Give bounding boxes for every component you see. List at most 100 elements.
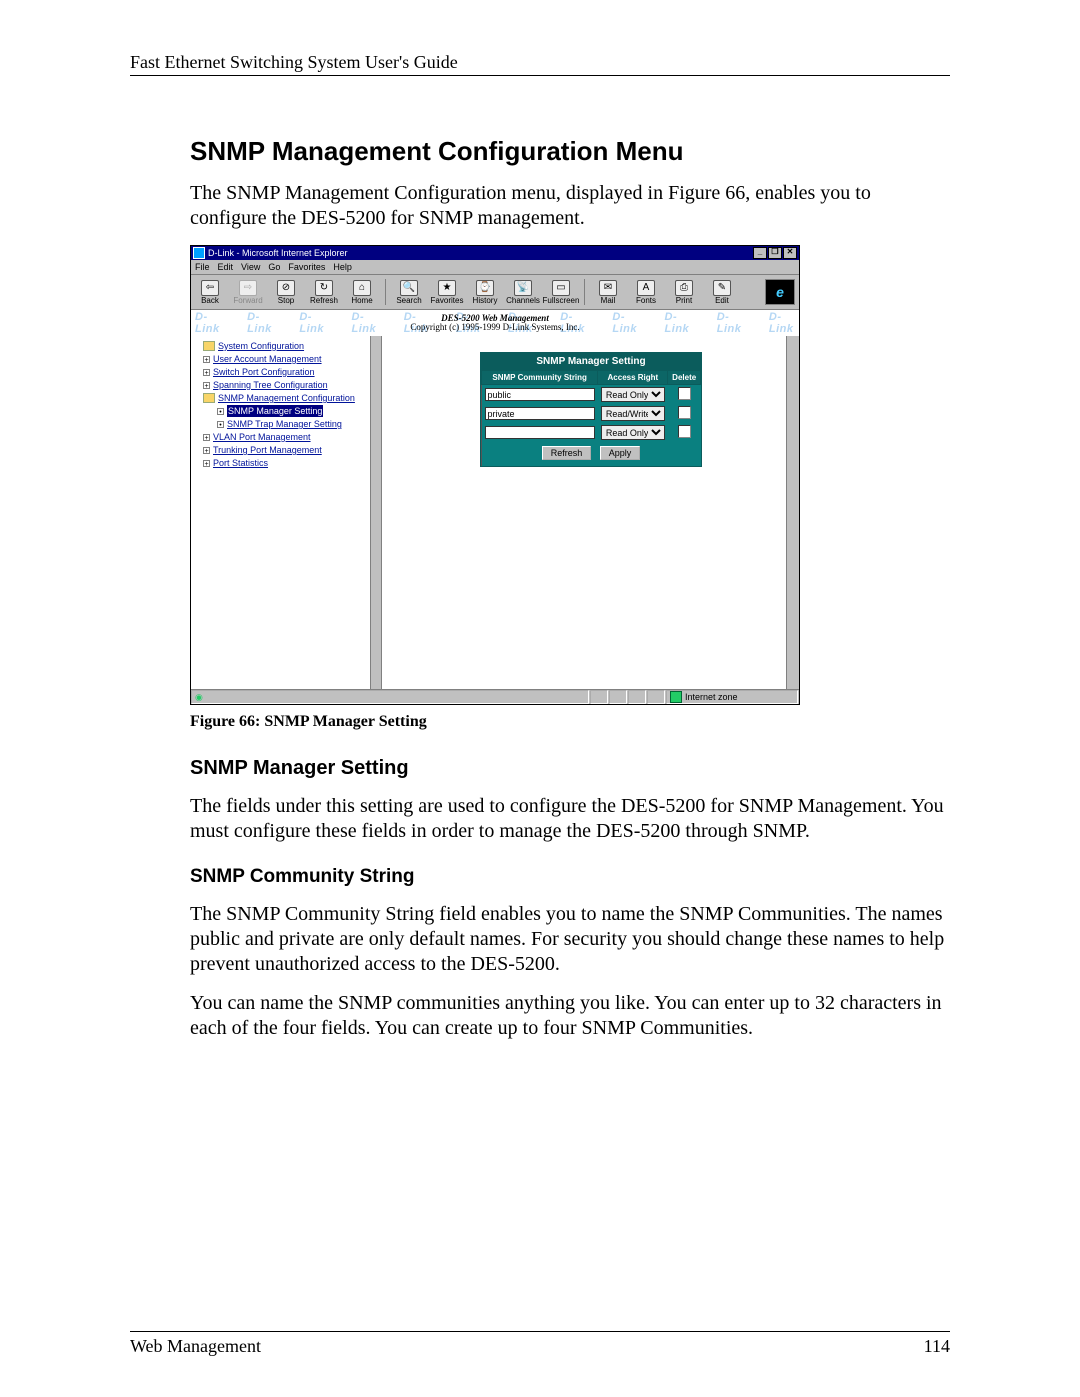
- window-maximize-button[interactable]: ❐: [768, 247, 782, 259]
- paragraph: The fields under this setting are used t…: [190, 794, 950, 844]
- tb-back[interactable]: ⇦Back: [195, 280, 225, 305]
- status-pane: [628, 690, 646, 704]
- tb-history[interactable]: ⌚History: [470, 280, 500, 305]
- footer-section: Web Management: [130, 1336, 261, 1357]
- watermark: D-Link: [665, 311, 695, 335]
- delete-checkbox[interactable]: [678, 387, 691, 400]
- forward-icon: ⇨: [239, 280, 257, 296]
- snmp-row: Read/Write: [482, 404, 701, 423]
- snmp-row: Read Only: [482, 423, 701, 442]
- refresh-button[interactable]: Refresh: [542, 446, 592, 460]
- home-icon: ⌂: [353, 280, 371, 296]
- col-delete: Delete: [668, 371, 701, 385]
- toolbar-separator: [584, 279, 585, 305]
- tb-editdoc[interactable]: ✎Edit: [707, 280, 737, 305]
- paragraph: The SNMP Community String field enables …: [190, 902, 950, 977]
- tb-print-label: Print: [676, 296, 692, 305]
- plus-icon[interactable]: +: [203, 356, 210, 363]
- paragraph: You can name the SNMP communities anythi…: [190, 991, 950, 1041]
- tree-trunking-port-management[interactable]: +Trunking Port Management: [193, 444, 379, 456]
- plus-icon[interactable]: +: [203, 369, 210, 376]
- zone-icon: [670, 691, 682, 703]
- nav-tree-pane[interactable]: System Configuration +User Account Manag…: [191, 336, 382, 690]
- channels-icon: 📡: [514, 280, 532, 296]
- tb-search-label: Search: [396, 296, 421, 305]
- tb-channels[interactable]: 📡Channels: [508, 280, 538, 305]
- status-pane: [590, 690, 608, 704]
- tree-switch-port-configuration[interactable]: +Switch Port Configuration: [193, 366, 379, 378]
- window-close-button[interactable]: ✕: [783, 247, 797, 259]
- tree-snmp-trap-manager-setting[interactable]: •SNMP Trap Manager Setting: [193, 418, 379, 430]
- tb-fullscreen-label: Fullscreen: [543, 296, 580, 305]
- search-icon: 🔍: [400, 280, 418, 296]
- menu-help[interactable]: Help: [333, 262, 352, 272]
- page-footer: Web Management 114: [130, 1331, 950, 1357]
- subheading-snmp-manager-setting: SNMP Manager Setting: [190, 757, 950, 780]
- tb-print[interactable]: ⎙Print: [669, 280, 699, 305]
- community-string-input[interactable]: [485, 407, 595, 420]
- watermark: D-Link: [352, 311, 382, 335]
- tree-user-account-management[interactable]: +User Account Management: [193, 353, 379, 365]
- window-title: D-Link - Microsoft Internet Explorer: [208, 248, 348, 258]
- tb-stop-label: Stop: [278, 296, 294, 305]
- tree-system-configuration[interactable]: System Configuration: [193, 340, 379, 352]
- window-minimize-button[interactable]: _: [753, 247, 767, 259]
- tb-favorites[interactable]: ★Favorites: [432, 280, 462, 305]
- print-icon: ⎙: [675, 280, 693, 296]
- tb-fonts-label: Fonts: [636, 296, 656, 305]
- back-icon: ⇦: [201, 280, 219, 296]
- watermark: D-Link: [195, 311, 225, 335]
- plus-icon[interactable]: +: [203, 460, 210, 467]
- tree-snmp-management-configuration[interactable]: SNMP Management Configuration: [193, 392, 379, 404]
- plus-icon[interactable]: +: [203, 382, 210, 389]
- tb-editdoc-label: Edit: [715, 296, 729, 305]
- menu-favorites[interactable]: Favorites: [288, 262, 325, 272]
- product-banner: D-Link D-Link D-Link D-Link D-Link D-Lin…: [191, 310, 799, 337]
- tree-spanning-tree-configuration[interactable]: +Spanning Tree Configuration: [193, 379, 379, 391]
- banner-copyright: Copyright (c) 1995-1999 D-Link Systems, …: [410, 323, 579, 332]
- tb-stop[interactable]: ⊘Stop: [271, 280, 301, 305]
- community-string-input[interactable]: [485, 388, 595, 401]
- tb-mail[interactable]: ✉Mail: [593, 280, 623, 305]
- status-pane: [609, 690, 627, 704]
- scrollbar[interactable]: [786, 336, 799, 690]
- access-right-select[interactable]: Read Only: [601, 387, 665, 402]
- status-pane: [647, 690, 665, 704]
- figure-caption: Figure 66: SNMP Manager Setting: [190, 713, 950, 731]
- page-number: 114: [924, 1336, 950, 1357]
- content-pane: SNMP Manager Setting SNMP Community Stri…: [382, 336, 799, 690]
- watermark: D-Link: [769, 311, 799, 335]
- security-zone: Internet zone: [666, 690, 798, 704]
- watermark: D-Link: [612, 311, 642, 335]
- access-right-select[interactable]: Read/Write: [601, 406, 665, 421]
- plus-icon[interactable]: +: [203, 447, 210, 454]
- toolbar-separator: [385, 279, 386, 305]
- tb-forward[interactable]: ⇨Forward: [233, 280, 263, 305]
- watermark: D-Link: [247, 311, 277, 335]
- plus-icon[interactable]: +: [203, 434, 210, 441]
- history-icon: ⌚: [476, 280, 494, 296]
- community-string-input[interactable]: [485, 426, 595, 439]
- dot-icon: •: [217, 421, 224, 428]
- tb-refresh[interactable]: ↻Refresh: [309, 280, 339, 305]
- tb-search[interactable]: 🔍Search: [394, 280, 424, 305]
- tb-fullscreen[interactable]: ▭Fullscreen: [546, 280, 576, 305]
- tb-home[interactable]: ⌂Home: [347, 280, 377, 305]
- menu-go[interactable]: Go: [268, 262, 280, 272]
- menu-edit[interactable]: Edit: [218, 262, 234, 272]
- tb-fonts[interactable]: AFonts: [631, 280, 661, 305]
- ie-status-icon: ◉: [195, 692, 203, 703]
- menu-file[interactable]: File: [195, 262, 210, 272]
- tree-snmp-manager-setting[interactable]: •SNMP Manager Setting: [193, 405, 379, 417]
- access-right-select[interactable]: Read Only: [601, 425, 665, 440]
- delete-checkbox[interactable]: [678, 406, 691, 419]
- tree-vlan-port-management[interactable]: +VLAN Port Management: [193, 431, 379, 443]
- snmp-row: Read Only: [482, 385, 701, 405]
- zone-label: Internet zone: [685, 692, 738, 702]
- menu-view[interactable]: View: [241, 262, 260, 272]
- delete-checkbox[interactable]: [678, 425, 691, 438]
- status-message: ◉: [191, 690, 589, 704]
- apply-button[interactable]: Apply: [600, 446, 641, 460]
- tb-forward-label: Forward: [233, 296, 262, 305]
- tree-port-statistics[interactable]: +Port Statistics: [193, 457, 379, 469]
